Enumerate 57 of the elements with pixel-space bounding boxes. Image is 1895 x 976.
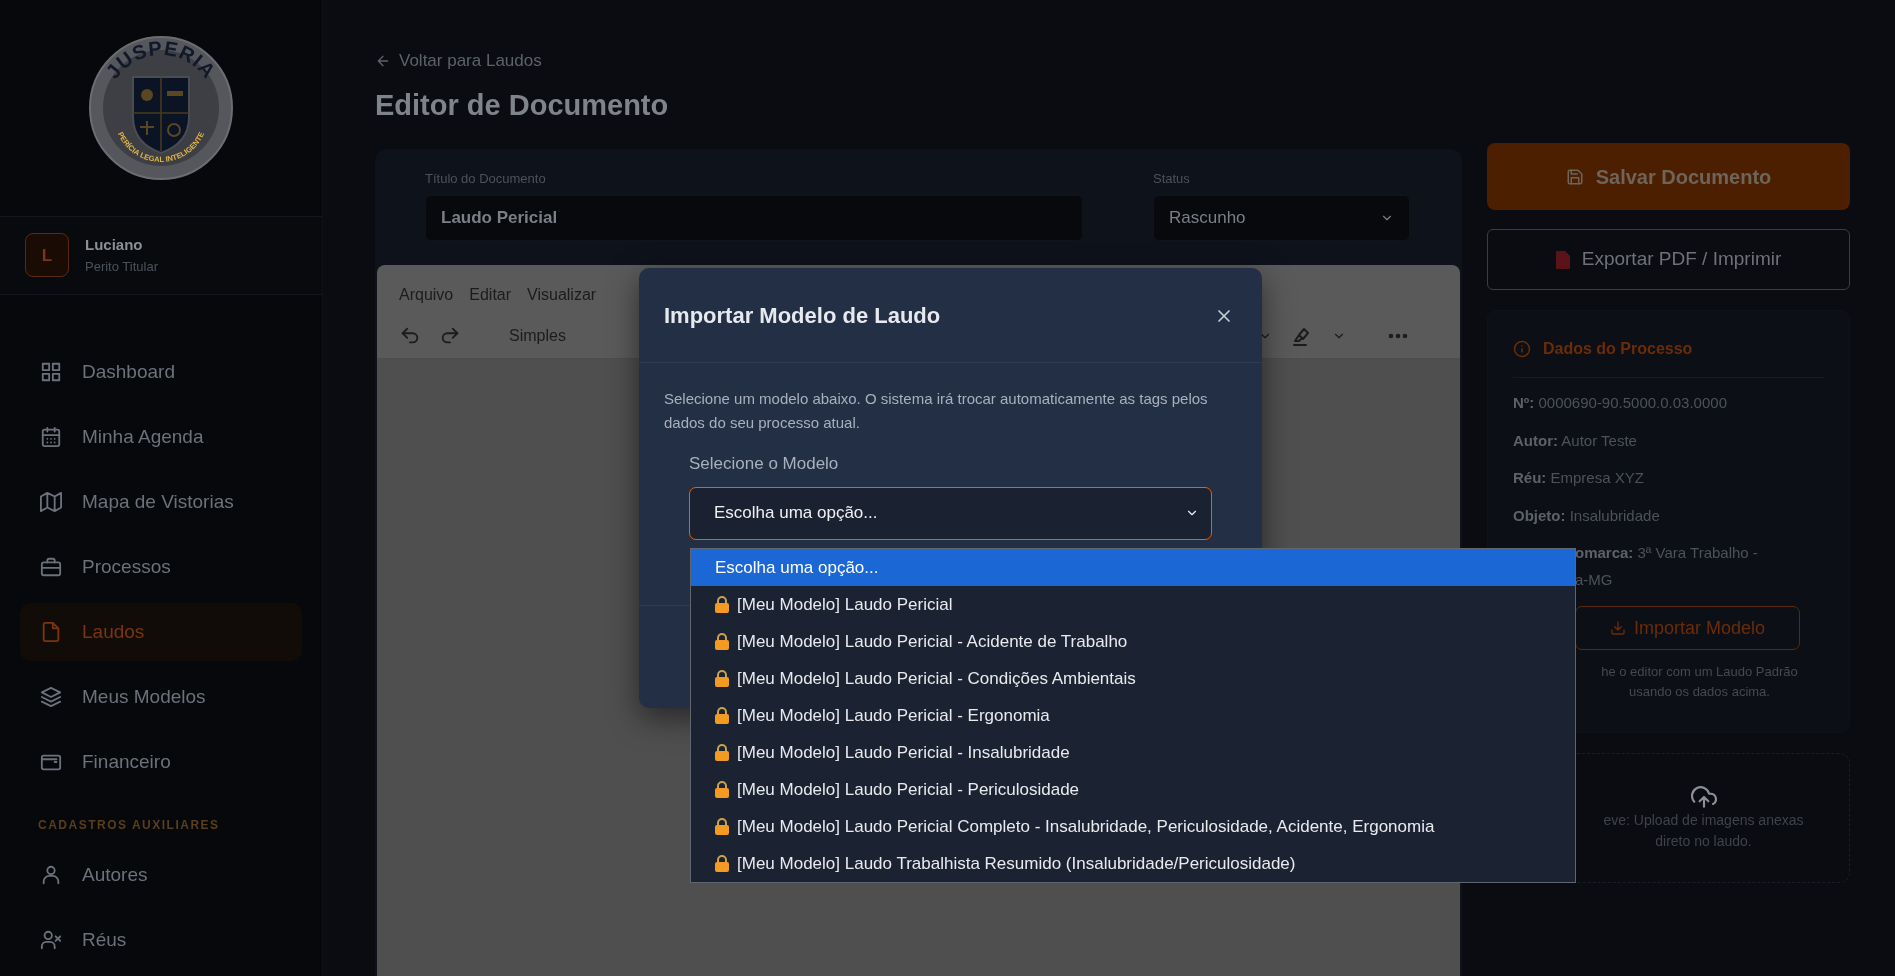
sidebar-item[interactable]: Minha Agenda (20, 408, 302, 466)
user-remove-icon (40, 929, 62, 951)
download-icon (1609, 620, 1626, 636)
back-link[interactable]: Voltar para Laudos (375, 48, 542, 74)
export-button[interactable]: Exportar PDF / Imprimir (1487, 229, 1850, 290)
dropdown-option[interactable]: [Meu Modelo] Laudo Pericial - Insalubridade (691, 734, 1575, 771)
menu-item[interactable]: Editar (469, 282, 512, 307)
info-icon (1513, 340, 1531, 358)
map-icon (40, 491, 62, 513)
field-label: Status (1153, 170, 1191, 189)
sidebar-item[interactable]: Autores (20, 846, 302, 904)
sidebar-item[interactable]: Réus (20, 911, 302, 969)
process-field: Objeto: Insalubridade (1513, 504, 1824, 527)
dropdown-option[interactable]: [Meu Modelo] Laudo Trabalhista Resumido (Insalubridade/Periculosidade) (691, 845, 1575, 882)
dialog-description: Selecione um modelo abaixo. O sistema irá trocar automaticamente as tags pelos dados do seu processo atual. (663, 389, 1209, 433)
menu-item[interactable]: Arquivo (399, 282, 454, 307)
calendar-icon (40, 426, 62, 448)
card-title: Dados do Processo (1543, 339, 1693, 359)
save-button[interactable]: Salvar Documento (1487, 143, 1850, 210)
pdf-file-icon (1555, 250, 1570, 269)
process-field: Autor: Autor Teste (1513, 429, 1824, 452)
more-icon[interactable] (1388, 333, 1408, 340)
briefcase-icon (40, 556, 62, 578)
status-select[interactable]: Rascunho (1153, 194, 1410, 241)
format-dropdown[interactable]: Simples (509, 324, 566, 349)
field-label: Selecione o Modelo (688, 453, 840, 475)
template-select[interactable]: Escolha uma opção... (689, 486, 1212, 540)
dropdown-option[interactable]: Escolha uma opção... (691, 549, 1575, 586)
user-icon (40, 864, 62, 886)
cloud-upload-icon (1690, 783, 1717, 810)
user-avatar: L (25, 233, 69, 278)
grid-icon (40, 361, 62, 383)
sidebar-item[interactable]: Processos (20, 538, 302, 596)
dropdown-option[interactable]: [Meu Modelo] Laudo Pericial - Acidente de Trabalho (691, 623, 1575, 660)
process-field: Réu: Empresa XYZ (1513, 467, 1824, 490)
save-icon (1565, 167, 1584, 186)
dialog-title: Importar Modelo de Laudo (664, 301, 941, 330)
upload-text: eve: Upload de imagens anexas direto no laudo. (1603, 810, 1804, 852)
field-label: Título do Documento (425, 170, 547, 189)
user-name: Luciano (85, 235, 144, 256)
document-icon (40, 621, 62, 643)
sidebar-item[interactable]: Laudos (20, 603, 302, 661)
sidebar-item[interactable]: Dashboard (20, 343, 302, 401)
dropdown-option[interactable]: [Meu Modelo] Laudo Pericial Completo - Insalubridade, Periculosidade, Acidente, Ergonomia (691, 808, 1575, 845)
process-field: Nº: 0000690-90.5000.0.03.0000 (1513, 392, 1824, 415)
menu-item[interactable]: Visualizar (527, 282, 597, 307)
sidebar-item[interactable]: Meus Modelos (20, 668, 302, 726)
dropdown-option[interactable]: [Meu Modelo] Laudo Pericial - Ergonomia (691, 697, 1575, 734)
user-role: Perito Titular (85, 257, 158, 276)
sidebar-item[interactable]: Financeiro (20, 733, 302, 791)
dropdown-option[interactable]: [Meu Modelo] Laudo Pericial - Periculosidade (691, 771, 1575, 808)
page-title: Editor de Documento (375, 87, 670, 123)
section-heading: CADASTROS AUXILIARES (37, 817, 221, 834)
layers-icon (40, 686, 62, 708)
title-input[interactable]: Laudo Pericial (425, 194, 1083, 241)
sidebar-item[interactable]: Mapa de Vistorias (20, 473, 302, 531)
dropdown-option[interactable]: [Meu Modelo] Laudo Pericial - Condições Ambientais (691, 660, 1575, 697)
